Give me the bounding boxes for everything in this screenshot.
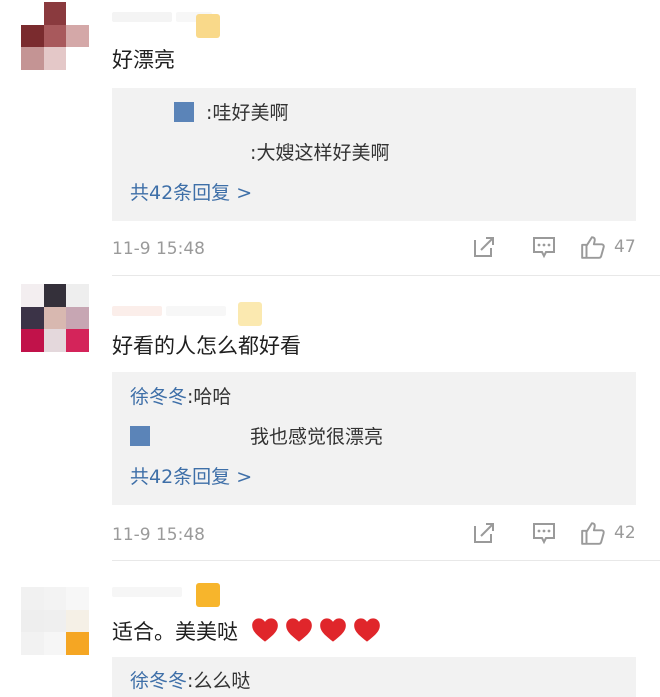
share-button[interactable] xyxy=(472,235,532,259)
share-icon xyxy=(474,523,494,543)
comment-icon xyxy=(533,523,555,545)
reply-text: 哈哈 xyxy=(193,386,232,408)
reply-item[interactable]: 徐冬冬:么么哒 xyxy=(130,668,250,694)
username[interactable] xyxy=(112,306,226,316)
comment-text: 适合。美美哒 xyxy=(112,617,381,646)
heart-icon xyxy=(251,618,278,642)
timestamp: 11-9 15:48 xyxy=(112,525,205,545)
avatar[interactable] xyxy=(21,284,89,352)
reply-box[interactable]: :哇好美啊 :大嫂这样好美啊 共42条回复 > xyxy=(112,88,636,221)
reply-item[interactable]: :大嫂这样好美啊 xyxy=(130,140,389,166)
comment-button[interactable] xyxy=(532,521,580,545)
comment-icon xyxy=(533,237,555,259)
reply-author[interactable]: 徐冬冬 xyxy=(130,386,187,408)
reply-text: 么么哒 xyxy=(193,670,251,692)
view-more-replies-link[interactable]: 共42条回复 > xyxy=(130,464,252,490)
reply-text: 哇好美啊 xyxy=(212,102,289,124)
reply-text: 大嫂这样好美啊 xyxy=(256,142,390,164)
comment-item: 适合。美美哒 徐冬冬:么么哒 xyxy=(0,561,660,697)
heart-icon xyxy=(353,618,380,642)
reply-author[interactable]: 徐冬冬 xyxy=(130,670,187,692)
comment-item: 好看的人怎么都好看 徐冬冬:哈哈 我也感觉很漂亮 共42条回复 > 11-9 1… xyxy=(0,276,660,561)
comment-item: 好漂亮 :哇好美啊 :大嫂这样好美啊 共42条回复 > 11-9 15:48 4… xyxy=(0,0,660,276)
member-badge-icon xyxy=(196,14,220,38)
heart-emoji-group xyxy=(251,617,381,643)
reply-box[interactable]: 徐冬冬:哈哈 我也感觉很漂亮 共42条回复 > xyxy=(112,372,636,505)
reply-text: 我也感觉很漂亮 xyxy=(250,426,384,448)
reply-item[interactable]: 徐冬冬:哈哈 xyxy=(130,384,231,410)
avatar[interactable] xyxy=(21,2,89,70)
view-more-replies-link[interactable]: 共42条回复 > xyxy=(130,180,252,206)
reply-box[interactable]: 徐冬冬:么么哒 xyxy=(112,657,636,697)
avatar xyxy=(174,102,194,122)
share-icon xyxy=(474,237,494,257)
comment-text: 好漂亮 xyxy=(112,48,175,72)
action-bar: 42 xyxy=(472,520,636,546)
avatar[interactable] xyxy=(21,587,89,655)
member-badge-icon xyxy=(196,583,220,607)
reply-item[interactable]: :哇好美啊 xyxy=(130,100,288,126)
like-count: 42 xyxy=(614,523,636,543)
like-button[interactable]: 42 xyxy=(580,520,636,546)
username[interactable] xyxy=(112,587,182,597)
reply-item[interactable]: 我也感觉很漂亮 xyxy=(130,424,383,450)
like-count: 47 xyxy=(614,237,636,257)
action-bar: 47 xyxy=(472,234,636,260)
comment-text: 好看的人怎么都好看 xyxy=(112,334,301,358)
like-button[interactable]: 47 xyxy=(580,234,636,260)
comment-button[interactable] xyxy=(532,235,580,259)
thumbs-up-icon xyxy=(581,236,605,259)
heart-icon xyxy=(285,618,312,642)
member-badge-icon xyxy=(238,302,262,326)
avatar xyxy=(130,426,150,446)
share-button[interactable] xyxy=(472,521,532,545)
thumbs-up-icon xyxy=(581,522,605,545)
comment-text-body: 适合。美美哒 xyxy=(112,620,238,644)
heart-icon xyxy=(319,618,346,642)
timestamp: 11-9 15:48 xyxy=(112,239,205,259)
